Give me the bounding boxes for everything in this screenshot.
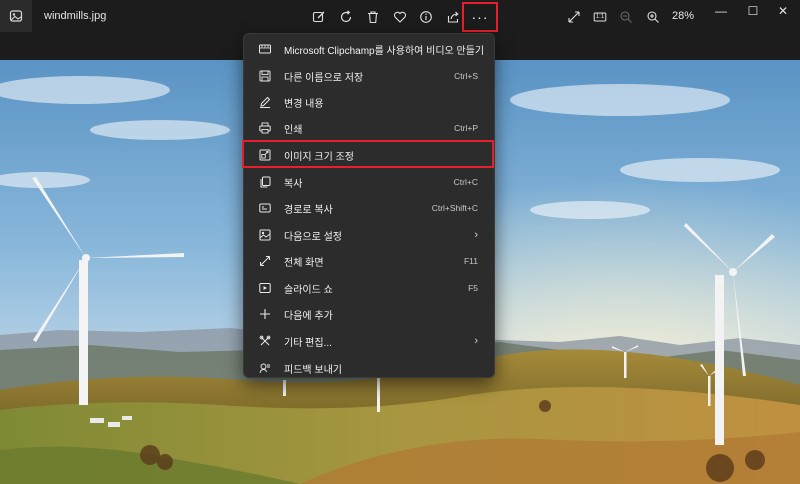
menu-item-shortcut: Ctrl+C — [453, 177, 478, 187]
menu-item-print[interactable]: 인쇄 Ctrl+P — [248, 116, 490, 140]
menu-item-fullscreen[interactable]: 전체 화면 F11 — [248, 249, 490, 273]
add-icon — [258, 307, 272, 321]
zoom-out-icon[interactable] — [615, 6, 637, 28]
rotate-icon[interactable] — [335, 6, 357, 28]
delete-icon[interactable] — [362, 6, 384, 28]
more-edits-icon — [258, 334, 272, 348]
share-icon[interactable] — [442, 6, 464, 28]
menu-item-label: 피드백 보내기 — [284, 364, 342, 376]
clipchamp-icon — [258, 42, 272, 56]
photos-app-icon[interactable] — [0, 0, 32, 32]
fullscreen-icon[interactable] — [563, 6, 585, 28]
menu-item-clipchamp[interactable]: Microsoft Clipchamp를 사용하여 비디오 만들기 — [248, 37, 490, 61]
menu-item-slideshow[interactable]: 슬라이드 쇼 F5 — [248, 276, 490, 300]
menu-item-shortcut: F11 — [463, 256, 478, 266]
fullscreen-icon — [258, 254, 272, 268]
menu-item-label: 다음으로 설정 — [284, 231, 342, 243]
menu-item-label: 경로로 복사 — [284, 204, 333, 216]
menu-item-label: 복사 — [284, 178, 303, 190]
more-icon: ··· — [471, 9, 489, 25]
menu-item-copy-as-path[interactable]: 경로로 복사 Ctrl+Shift+C — [248, 196, 490, 220]
resize-item-highlight — [242, 140, 494, 168]
menu-item-shortcut: F5 — [468, 283, 478, 293]
menu-item-shortcut: Ctrl+S — [454, 71, 478, 81]
minimize-button[interactable]: — — [708, 3, 734, 19]
info-icon[interactable] — [415, 6, 437, 28]
minimize-icon: — — [715, 4, 727, 18]
menu-item-more-edits[interactable]: 기타 편집... › — [248, 329, 490, 353]
maximize-button[interactable]: ☐ — [740, 3, 766, 19]
menu-item-edit[interactable]: 변경 내용 — [248, 90, 490, 114]
title-bar: windmills.jpg ··· 1:1 28% — ☐ ✕ — [0, 0, 800, 34]
menu-item-save-as[interactable]: 다른 이름으로 저장 Ctrl+S — [248, 64, 490, 88]
more-options-button[interactable]: ··· — [462, 2, 498, 32]
menu-item-copy[interactable]: 복사 Ctrl+C — [248, 170, 490, 194]
save-icon — [258, 69, 272, 83]
menu-item-label: 다른 이름으로 저장 — [284, 72, 364, 84]
actual-size-label: 1:1 — [595, 14, 605, 20]
maximize-icon: ☐ — [747, 4, 759, 18]
menu-item-label: 슬라이드 쇼 — [284, 284, 333, 296]
menu-item-set-as[interactable]: 다음으로 설정 › — [248, 223, 490, 247]
menu-item-label: 다음에 추가 — [284, 310, 333, 322]
close-icon: ✕ — [777, 4, 789, 18]
more-options-menu: Microsoft Clipchamp를 사용하여 비디오 만들기 다른 이름으… — [243, 33, 495, 378]
slideshow-icon — [258, 281, 272, 295]
menu-item-shortcut: Ctrl+P — [454, 123, 478, 133]
copy-path-icon — [258, 201, 272, 215]
menu-item-shortcut: Ctrl+Shift+C — [431, 203, 478, 213]
chevron-right-icon: › — [474, 229, 478, 241]
copy-icon — [258, 175, 272, 189]
menu-item-label: Microsoft Clipchamp를 사용하여 비디오 만들기 — [284, 45, 485, 57]
feedback-icon — [258, 361, 272, 375]
favorite-icon[interactable] — [389, 6, 411, 28]
edit-icon[interactable] — [308, 6, 330, 28]
menu-item-label: 기타 편집... — [284, 337, 332, 349]
menu-item-add-to[interactable]: 다음에 추가 — [248, 302, 490, 326]
print-icon — [258, 121, 272, 135]
zoom-in-icon[interactable] — [642, 6, 664, 28]
menu-item-label: 전체 화면 — [284, 257, 324, 269]
zoom-level[interactable]: 28% — [672, 10, 694, 22]
close-button[interactable]: ✕ — [770, 3, 796, 19]
set-as-icon — [258, 228, 272, 242]
actual-size-icon[interactable]: 1:1 — [589, 6, 611, 28]
file-name: windmills.jpg — [44, 10, 107, 22]
chevron-right-icon: › — [474, 335, 478, 347]
menu-item-label: 인쇄 — [284, 124, 303, 136]
pen-icon — [258, 95, 272, 109]
menu-item-label: 변경 내용 — [284, 98, 324, 110]
menu-item-feedback[interactable]: 피드백 보내기 — [248, 356, 490, 380]
